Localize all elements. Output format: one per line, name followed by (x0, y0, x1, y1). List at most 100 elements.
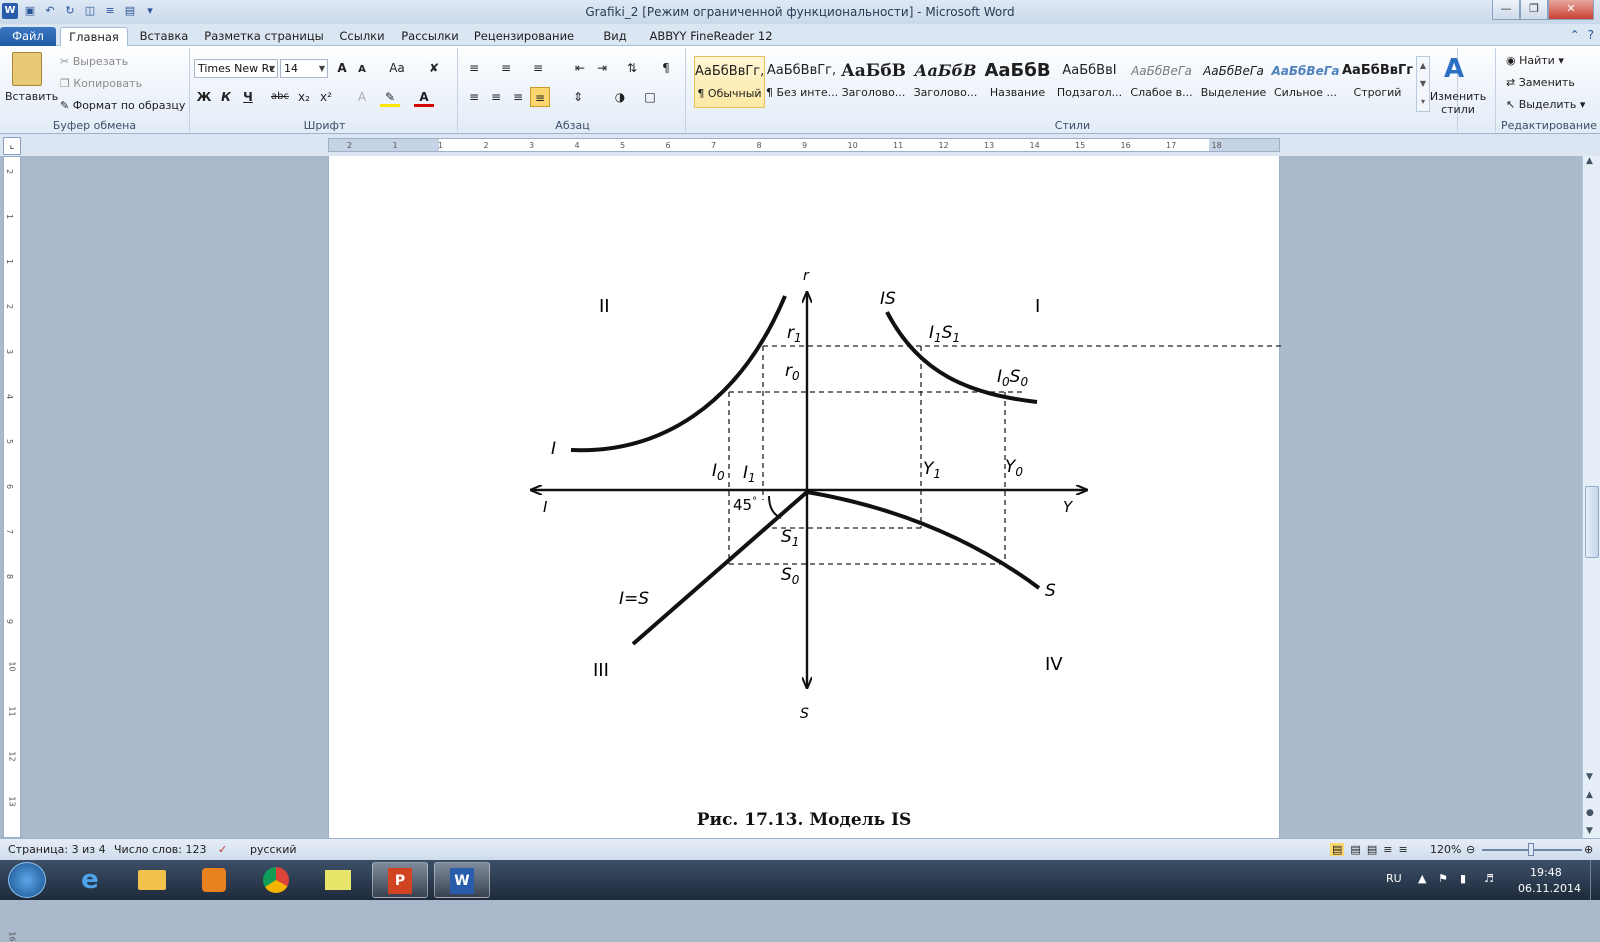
align-right-icon[interactable]: ≡ (508, 87, 528, 107)
decrease-indent-icon[interactable]: ⇤ (570, 58, 590, 78)
tab-view[interactable]: Вид (590, 27, 640, 46)
tab-file[interactable]: Файл (0, 27, 56, 46)
document-page[interactable]: II I III IV r S I Y IS I1S1 I0S0 r1 r0 I… (328, 156, 1339, 838)
clock-time[interactable]: 19:48 (1530, 866, 1562, 879)
italic-button[interactable]: К (216, 87, 236, 107)
minimize-button[interactable]: — (1492, 0, 1520, 20)
scroll-down-icon[interactable]: ▼ (1586, 772, 1593, 782)
network-icon[interactable]: ▮ (1460, 872, 1466, 885)
scroll-up-icon[interactable]: ▲ (1586, 156, 1593, 166)
paste-icon[interactable] (12, 52, 42, 86)
align-left-icon[interactable]: ≡ (464, 87, 484, 107)
style-intense-emphasis[interactable]: АаБбВеГа Сильное ... (1270, 56, 1341, 108)
style-title[interactable]: АаБбВ Название (982, 56, 1053, 108)
font-name-combo[interactable]: Times New Rc ▼ (194, 59, 278, 78)
print-layout-icon[interactable]: ▤ (1330, 843, 1345, 856)
sticky-notes-icon[interactable] (310, 862, 366, 898)
multilevel-list-icon[interactable]: ≡ (528, 58, 548, 78)
justify-icon[interactable]: ≡ (530, 87, 550, 107)
increase-indent-icon[interactable]: ⇥ (592, 58, 612, 78)
chrome-icon[interactable] (248, 862, 304, 898)
scroll-thumb[interactable] (1585, 486, 1599, 558)
copy-button[interactable]: ❐ Копировать (60, 77, 142, 90)
vertical-scrollbar[interactable]: ▲ ▼ ▲ ● ▼ (1582, 156, 1600, 838)
tray-expand-icon[interactable]: ▲ (1418, 872, 1426, 885)
subscript-button[interactable]: x₂ (294, 87, 314, 107)
underline-button[interactable]: Ч (238, 87, 258, 107)
change-case-button[interactable]: Aa (384, 58, 410, 78)
format-painter-button[interactable]: ✎ Формат по образцу (60, 99, 185, 112)
language-indicator[interactable]: русский (250, 843, 297, 856)
tab-references[interactable]: Ссылки (332, 27, 392, 46)
change-styles-button[interactable]: A Изменить стили (1420, 48, 1496, 132)
volume-icon[interactable]: ♬ (1484, 872, 1494, 885)
shrink-font-button[interactable]: A (352, 60, 372, 80)
next-page-icon[interactable]: ▼ (1586, 826, 1593, 836)
cut-button[interactable]: ✂ Вырезать (60, 55, 128, 68)
zoom-in-icon[interactable]: ⊕ (1584, 843, 1593, 856)
font-size-combo[interactable]: 14 ▼ (280, 59, 328, 78)
tab-page-layout[interactable]: Разметка страницы (200, 27, 328, 46)
zoom-out-icon[interactable]: ⊖ (1466, 843, 1475, 856)
shading-icon[interactable]: ◑ (610, 87, 630, 107)
proofing-icon[interactable]: ✓ (218, 843, 227, 856)
bold-button[interactable]: Ж (194, 87, 214, 107)
close-button[interactable]: ✕ (1548, 0, 1594, 20)
help-icon[interactable]: ? (1588, 28, 1594, 42)
tab-abbyy[interactable]: ABBYY FineReader 12 (646, 27, 776, 46)
powerpoint-icon[interactable]: P (372, 862, 428, 898)
superscript-button[interactable]: x² (316, 87, 336, 107)
style-heading-2[interactable]: АаБбВ Заголово... (910, 56, 981, 108)
outline-icon[interactable]: ≡ (1383, 843, 1392, 856)
zoom-level[interactable]: 120% (1430, 843, 1461, 856)
align-center-icon[interactable]: ≡ (486, 87, 506, 107)
page-count[interactable]: Страница: 3 из 4 (8, 843, 106, 856)
line-spacing-icon[interactable]: ⇕ (568, 87, 588, 107)
zoom-slider-thumb[interactable] (1528, 843, 1534, 856)
show-desktop-button[interactable] (1590, 860, 1600, 900)
grow-font-button[interactable]: A (332, 58, 352, 78)
browse-object-icon[interactable]: ● (1586, 808, 1594, 818)
numbering-icon[interactable]: ≡ (496, 58, 516, 78)
media-player-icon[interactable] (186, 862, 242, 898)
paste-button[interactable]: Вставить (5, 90, 58, 103)
tab-review[interactable]: Рецензирование (468, 27, 580, 46)
strikethrough-button[interactable]: abc (268, 87, 292, 107)
ruler-bar[interactable]: 2 1 1 2 3 4 5 6 7 8 9 10 11 12 13 14 15 16 17 18 (328, 138, 1280, 152)
bullets-icon[interactable]: ≡ (464, 58, 484, 78)
style-subtle-emphasis[interactable]: АаБбВеГа Слабое в... (1126, 56, 1197, 108)
text-effects-icon[interactable]: A (352, 87, 372, 107)
sort-icon[interactable]: ⇅ (622, 58, 642, 78)
style-no-spacing[interactable]: АаБбВвГг, ¶ Без инте... (766, 56, 837, 108)
word-count[interactable]: Число слов: 123 (114, 843, 207, 856)
draft-icon[interactable]: ≡ (1398, 843, 1407, 856)
word-taskbar-icon[interactable]: W (434, 862, 490, 898)
action-center-icon[interactable]: ⚑ (1438, 872, 1448, 885)
style-strong[interactable]: АаБбВвГг, Строгий (1342, 56, 1413, 108)
tab-selector[interactable]: ⌞ (3, 137, 21, 155)
full-screen-icon[interactable]: ▤ (1350, 843, 1360, 856)
web-layout-icon[interactable]: ▤ (1367, 843, 1377, 856)
explorer-icon[interactable] (124, 862, 180, 898)
tab-insert[interactable]: Вставка (132, 27, 196, 46)
select-button[interactable]: ↖ Выделить ▾ (1506, 98, 1585, 111)
style-heading-1[interactable]: АаБбВ Заголово... (838, 56, 909, 108)
ie-icon[interactable]: e (62, 862, 118, 898)
tab-home[interactable]: Главная (60, 27, 128, 46)
style-emphasis[interactable]: АаБбВеГа Выделение (1198, 56, 1269, 108)
clock-date[interactable]: 06.11.2014 (1518, 882, 1581, 895)
find-button[interactable]: ◉ Найти ▾ (1506, 54, 1564, 67)
minimize-ribbon-icon[interactable]: ⌃ (1570, 28, 1580, 42)
borders-icon[interactable]: □ (640, 87, 660, 107)
restore-button[interactable]: ❐ (1520, 0, 1548, 20)
font-color-icon[interactable]: A (414, 87, 434, 107)
prev-page-icon[interactable]: ▲ (1586, 790, 1593, 800)
clear-format-icon[interactable]: ✘ (424, 58, 444, 78)
pilcrow-icon[interactable]: ¶ (656, 58, 676, 78)
start-button[interactable] (8, 862, 46, 898)
style-normal[interactable]: АаБбВвГг, ¶ Обычный (694, 56, 765, 108)
highlight-icon[interactable]: ✎ (380, 87, 400, 107)
style-subtitle[interactable]: АаБбВвІ Подзагол... (1054, 56, 1125, 108)
tab-mailings[interactable]: Рассылки (396, 27, 464, 46)
replace-button[interactable]: ⇄ Заменить (1506, 76, 1575, 89)
